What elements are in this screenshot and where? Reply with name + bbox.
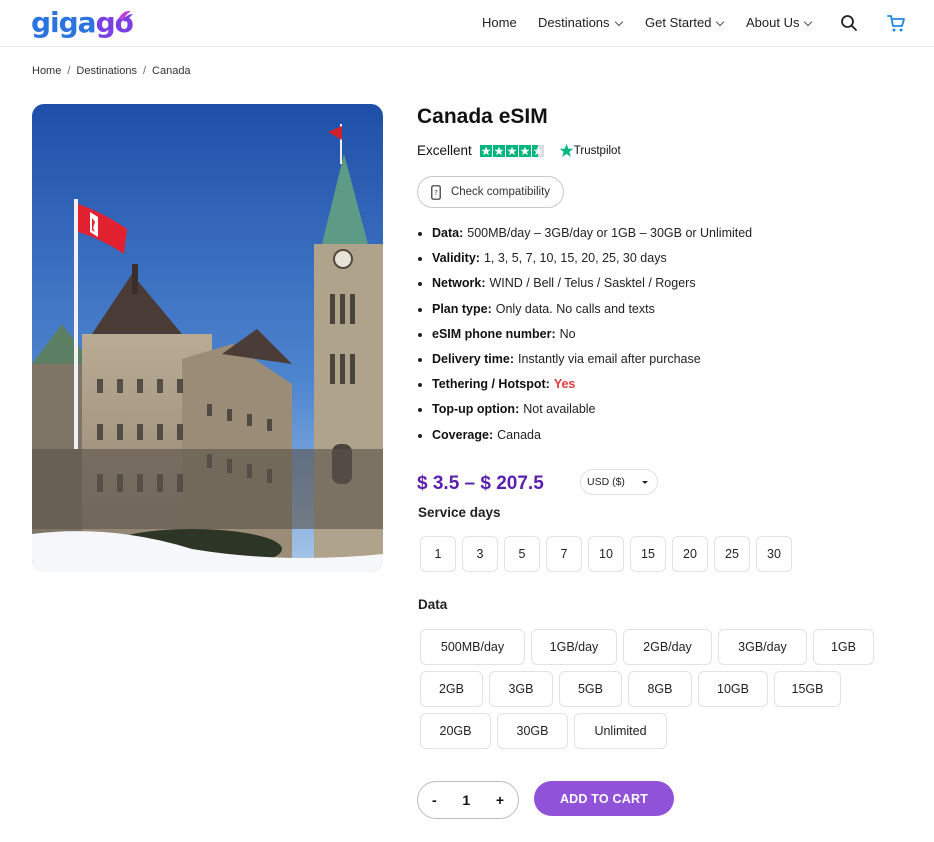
phone-icon: ? [431,184,441,200]
service-day-option[interactable]: 15 [630,536,666,572]
check-compatibility-button[interactable]: ? Check compatibility [417,176,564,208]
breadcrumb-destinations[interactable]: Destinations [76,65,137,77]
data-option[interactable]: 10GB [698,671,768,707]
star-icon [518,144,531,157]
breadcrumb: Home / Destinations / Canada [32,65,191,77]
nav-about-us[interactable]: About Us [746,15,813,31]
nav-home[interactable]: Home [482,15,517,31]
trustpilot-stars [479,144,544,157]
rating-label: Excellent [417,143,472,158]
chevron-down-icon [804,17,813,26]
data-option[interactable]: 1GB [813,629,874,665]
star-icon [492,144,505,157]
chevron-down-icon [614,17,623,26]
trustpilot-label: Trustpilot [573,144,621,157]
data-option[interactable]: 3GB [489,671,553,707]
breadcrumb-current: Canada [152,65,191,77]
nav-get-started[interactable]: Get Started [645,15,725,31]
data-option[interactable]: Unlimited [574,713,667,749]
feature-tethering: Tethering / Hotspot: Yes [418,377,752,402]
star-half-icon [531,144,544,157]
breadcrumb-home[interactable]: Home [32,65,61,77]
breadcrumb-separator: / [67,65,71,77]
trustpilot-badge[interactable]: Trustpilot [559,143,621,158]
data-option[interactable]: 2GB/day [623,629,712,665]
chevron-down-icon [716,17,725,26]
service-day-option[interactable]: 30 [756,536,792,572]
nav-destinations[interactable]: Destinations [538,15,623,31]
service-day-option[interactable]: 25 [714,536,750,572]
cart-icon[interactable] [886,13,906,33]
check-compatibility-label: Check compatibility [450,186,551,198]
star-icon [505,144,518,157]
data-option[interactable]: 20GB [420,713,491,749]
svg-text:?: ? [434,189,438,197]
caret-down-icon [642,481,648,484]
feature-top-up: Top-up option: Not available [418,402,752,427]
product-title: Canada eSIM [417,105,548,128]
site-header: gigago Home Destinations Get Started Abo… [0,0,934,47]
feature-data: Data: 500MB/day – 3GB/day or 1GB – 30GB o… [418,226,752,251]
data-option[interactable]: 15GB [774,671,841,707]
star-icon [479,144,492,157]
service-day-option[interactable]: 5 [504,536,540,572]
feature-plan-type: Plan type: Only data. No calls and texts [418,302,752,327]
currency-select[interactable]: USD ($) [580,469,658,495]
quantity-increase-button[interactable]: + [496,792,504,808]
feature-validity: Validity: 1, 3, 5, 7, 10, 15, 20, 25, 30 … [418,251,752,276]
quantity-decrease-button[interactable]: - [432,792,437,808]
feature-coverage: Coverage: Canada [418,428,752,453]
data-option[interactable]: 5GB [559,671,622,707]
service-day-option[interactable]: 1 [420,536,456,572]
data-option[interactable]: 1GB/day [531,629,617,665]
data-option[interactable]: 3GB/day [718,629,807,665]
service-day-option[interactable]: 7 [546,536,582,572]
data-option[interactable]: 500MB/day [420,629,525,665]
logo-sparkle-icon [119,10,133,22]
rating-row: Excellent Trustpilot [417,143,621,158]
price-range: $ 3.5 – $ 207.5 [417,473,544,494]
service-day-option[interactable]: 10 [588,536,624,572]
features-list: Data: 500MB/day – 3GB/day or 1GB – 30GB o… [418,226,752,453]
data-option[interactable]: 8GB [628,671,692,707]
breadcrumb-separator: / [142,65,147,77]
service-days-label: Service days [418,505,501,520]
quantity-value[interactable]: 1 [462,792,470,808]
feature-delivery-time: Delivery time: Instantly via email after … [418,352,752,377]
data-label: Data [418,597,448,612]
add-to-cart-button[interactable]: ADD TO CART [534,781,674,816]
data-option[interactable]: 2GB [420,671,483,707]
data-option[interactable]: 30GB [497,713,568,749]
trustpilot-star-icon [559,143,574,157]
service-day-option[interactable]: 20 [672,536,708,572]
currency-value: USD ($) [587,476,625,488]
search-icon[interactable] [840,14,858,32]
service-day-option[interactable]: 3 [462,536,498,572]
feature-network: Network: WIND / Bell / Telus / Sasktel / … [418,276,752,301]
product-image-parliament [32,104,383,572]
feature-esim-phone-number: eSIM phone number: No [418,327,752,352]
quantity-stepper[interactable]: - 1 + [417,781,519,819]
